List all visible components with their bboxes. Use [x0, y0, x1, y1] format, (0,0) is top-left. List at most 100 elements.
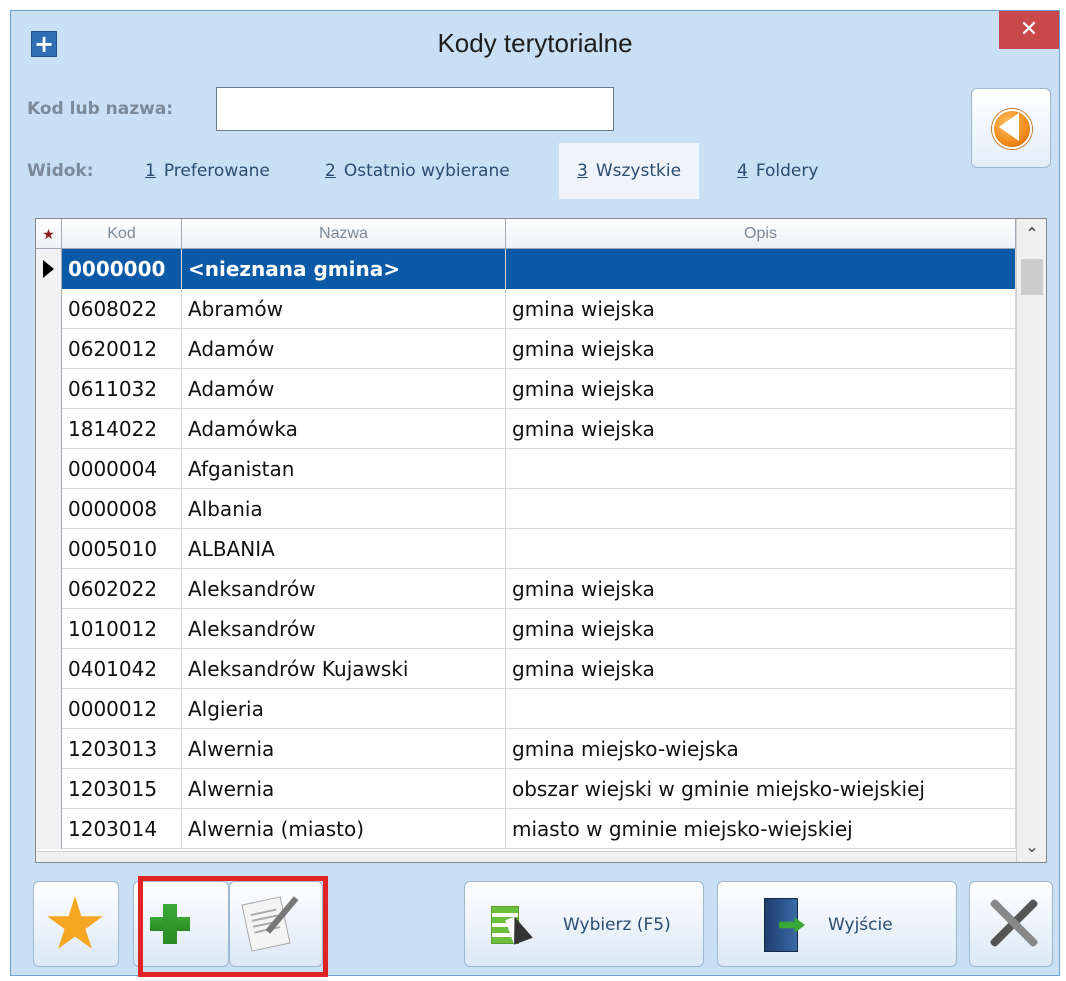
cell-kod[interactable]: 0000008	[62, 489, 182, 529]
cell-opis[interactable]	[506, 249, 1016, 289]
row-indicator[interactable]	[36, 289, 62, 329]
cell-kod[interactable]: 0000000	[62, 249, 182, 289]
cell-kod[interactable]: 0620012	[62, 329, 182, 369]
row-indicator[interactable]	[36, 329, 62, 369]
row-indicator[interactable]	[36, 369, 62, 409]
row-indicator[interactable]	[36, 649, 62, 689]
cell-opis[interactable]	[506, 449, 1016, 489]
cell-nazwa[interactable]: Afganistan	[182, 449, 506, 489]
cell-kod[interactable]: 1814022	[62, 409, 182, 449]
cell-kod[interactable]: 0401042	[62, 649, 182, 689]
scroll-thumb[interactable]	[1021, 259, 1043, 295]
cell-nazwa[interactable]: Adamów	[182, 329, 506, 369]
cell-nazwa[interactable]: Aleksandrów	[182, 569, 506, 609]
table-row[interactable]: 1203013 Alwernia gmina miejsko-wiejska	[36, 729, 1016, 769]
territorial-codes-grid[interactable]: ★ Kod Nazwa Opis 0000000 <nieznana gmina>…	[35, 218, 1047, 863]
column-header-nazwa[interactable]: Nazwa	[182, 219, 506, 249]
tab-preferowane[interactable]: 1 Preferowane	[127, 143, 288, 199]
cell-nazwa[interactable]: Albania	[182, 489, 506, 529]
cell-nazwa[interactable]: Aleksandrów	[182, 609, 506, 649]
table-row[interactable]: 1814022 Adamówka gmina wiejska	[36, 409, 1016, 449]
cell-kod[interactable]: 1010012	[62, 609, 182, 649]
vertical-scrollbar[interactable]: ⌃ ⌄	[1016, 219, 1046, 862]
cell-nazwa[interactable]: Abramów	[182, 289, 506, 329]
cell-kod[interactable]: 1203015	[62, 769, 182, 809]
table-row[interactable]: 0000012 Algieria	[36, 689, 1016, 729]
exit-button-label: Wyjście	[828, 915, 893, 935]
cell-opis[interactable]: gmina miejsko-wiejska	[506, 729, 1016, 769]
row-indicator[interactable]	[36, 409, 62, 449]
back-button[interactable]	[971, 88, 1051, 168]
row-indicator[interactable]	[36, 529, 62, 569]
table-row[interactable]: 0608022 Abramów gmina wiejska	[36, 289, 1016, 329]
table-row[interactable]: 1010012 Aleksandrów gmina wiejska	[36, 609, 1016, 649]
star-icon[interactable]: ★	[36, 219, 62, 249]
table-row[interactable]: 0000000 <nieznana gmina>	[36, 249, 1016, 289]
cell-opis[interactable]: gmina wiejska	[506, 329, 1016, 369]
cell-opis[interactable]	[506, 489, 1016, 529]
scroll-up-icon[interactable]: ⌃	[1017, 219, 1046, 249]
cell-nazwa[interactable]: Adamów	[182, 369, 506, 409]
table-row[interactable]: 1203014 Alwernia (miasto) miasto w gminie …	[36, 809, 1016, 849]
row-indicator[interactable]	[36, 729, 62, 769]
cell-nazwa[interactable]: Alwernia (miasto)	[182, 809, 506, 849]
horizontal-scrollbar[interactable]	[36, 851, 1016, 862]
cell-kod[interactable]: 1203014	[62, 809, 182, 849]
close-button[interactable]: ✕	[999, 11, 1059, 49]
settings-button[interactable]	[969, 881, 1053, 967]
scroll-down-icon[interactable]: ⌄	[1017, 832, 1046, 862]
cell-opis[interactable]: obszar wiejski w gminie miejsko-wiejskie…	[506, 769, 1016, 809]
table-row[interactable]: 0620012 Adamów gmina wiejska	[36, 329, 1016, 369]
select-button[interactable]: Wybierz (F5)	[464, 881, 704, 967]
grid-rows: 0000000 <nieznana gmina> 0608022 Abramów gmi…	[36, 249, 1016, 849]
search-input[interactable]	[216, 87, 614, 131]
cell-nazwa[interactable]: Alwernia	[182, 769, 506, 809]
cell-opis[interactable]: gmina wiejska	[506, 369, 1016, 409]
table-row[interactable]: 0005010 ALBANIA	[36, 529, 1016, 569]
cell-nazwa[interactable]: Adamówka	[182, 409, 506, 449]
table-row[interactable]: 0000008 Albania	[36, 489, 1016, 529]
table-row[interactable]: 0602022 Aleksandrów gmina wiejska	[36, 569, 1016, 609]
table-row[interactable]: 0401042 Aleksandrów Kujawski gmina wiejska	[36, 649, 1016, 689]
tab-wszystkie[interactable]: 3 Wszystkie	[559, 143, 700, 199]
cell-kod[interactable]: 0000004	[62, 449, 182, 489]
cell-opis[interactable]: miasto w gminie miejsko-wiejskiej	[506, 809, 1016, 849]
favorite-button[interactable]	[33, 881, 119, 967]
cell-opis[interactable]: gmina wiejska	[506, 289, 1016, 329]
row-indicator[interactable]	[36, 609, 62, 649]
cell-kod[interactable]: 0611032	[62, 369, 182, 409]
cell-kod[interactable]: 0608022	[62, 289, 182, 329]
cell-kod[interactable]: 0005010	[62, 529, 182, 569]
cell-nazwa[interactable]: ALBANIA	[182, 529, 506, 569]
row-indicator[interactable]	[36, 489, 62, 529]
row-indicator[interactable]	[36, 689, 62, 729]
cell-nazwa[interactable]: Algieria	[182, 689, 506, 729]
cell-nazwa[interactable]: Aleksandrów Kujawski	[182, 649, 506, 689]
column-header-opis[interactable]: Opis	[506, 219, 1016, 249]
row-indicator[interactable]	[36, 569, 62, 609]
cell-opis[interactable]: gmina wiejska	[506, 609, 1016, 649]
cell-opis[interactable]: gmina wiejska	[506, 569, 1016, 609]
cell-opis[interactable]	[506, 689, 1016, 729]
row-indicator[interactable]	[36, 769, 62, 809]
title-bar: + Kody terytorialne ✕	[11, 11, 1059, 75]
cell-kod[interactable]: 1203013	[62, 729, 182, 769]
table-row[interactable]: 0000004 Afganistan	[36, 449, 1016, 489]
star-icon	[47, 896, 103, 949]
tab-foldery[interactable]: 4 Foldery	[719, 143, 836, 199]
row-indicator[interactable]	[36, 449, 62, 489]
cell-nazwa[interactable]: <nieznana gmina>	[182, 249, 506, 289]
cell-kod[interactable]: 0000012	[62, 689, 182, 729]
table-row[interactable]: 1203015 Alwernia obszar wiejski w gminie m…	[36, 769, 1016, 809]
tab-ostatnio-wybierane[interactable]: 2 Ostatnio wybierane	[307, 143, 528, 199]
cell-nazwa[interactable]: Alwernia	[182, 729, 506, 769]
row-indicator[interactable]	[36, 809, 62, 849]
cell-opis[interactable]	[506, 529, 1016, 569]
cell-opis[interactable]: gmina wiejska	[506, 649, 1016, 689]
table-row[interactable]: 0611032 Adamów gmina wiejska	[36, 369, 1016, 409]
column-header-kod[interactable]: Kod	[62, 219, 182, 249]
exit-button[interactable]: Wyjście	[717, 881, 957, 967]
row-indicator[interactable]	[36, 249, 62, 289]
cell-opis[interactable]: gmina wiejska	[506, 409, 1016, 449]
cell-kod[interactable]: 0602022	[62, 569, 182, 609]
